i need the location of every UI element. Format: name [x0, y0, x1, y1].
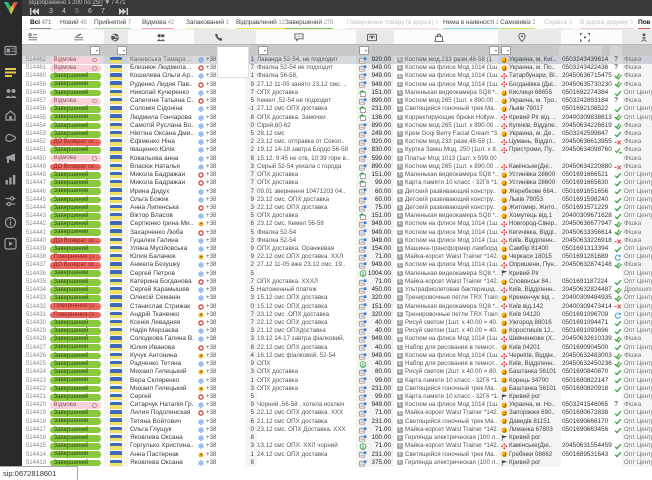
svg-text:$: $ — [362, 362, 365, 368]
svg-text:$: $ — [362, 272, 365, 278]
svg-text:$: $ — [362, 444, 365, 450]
